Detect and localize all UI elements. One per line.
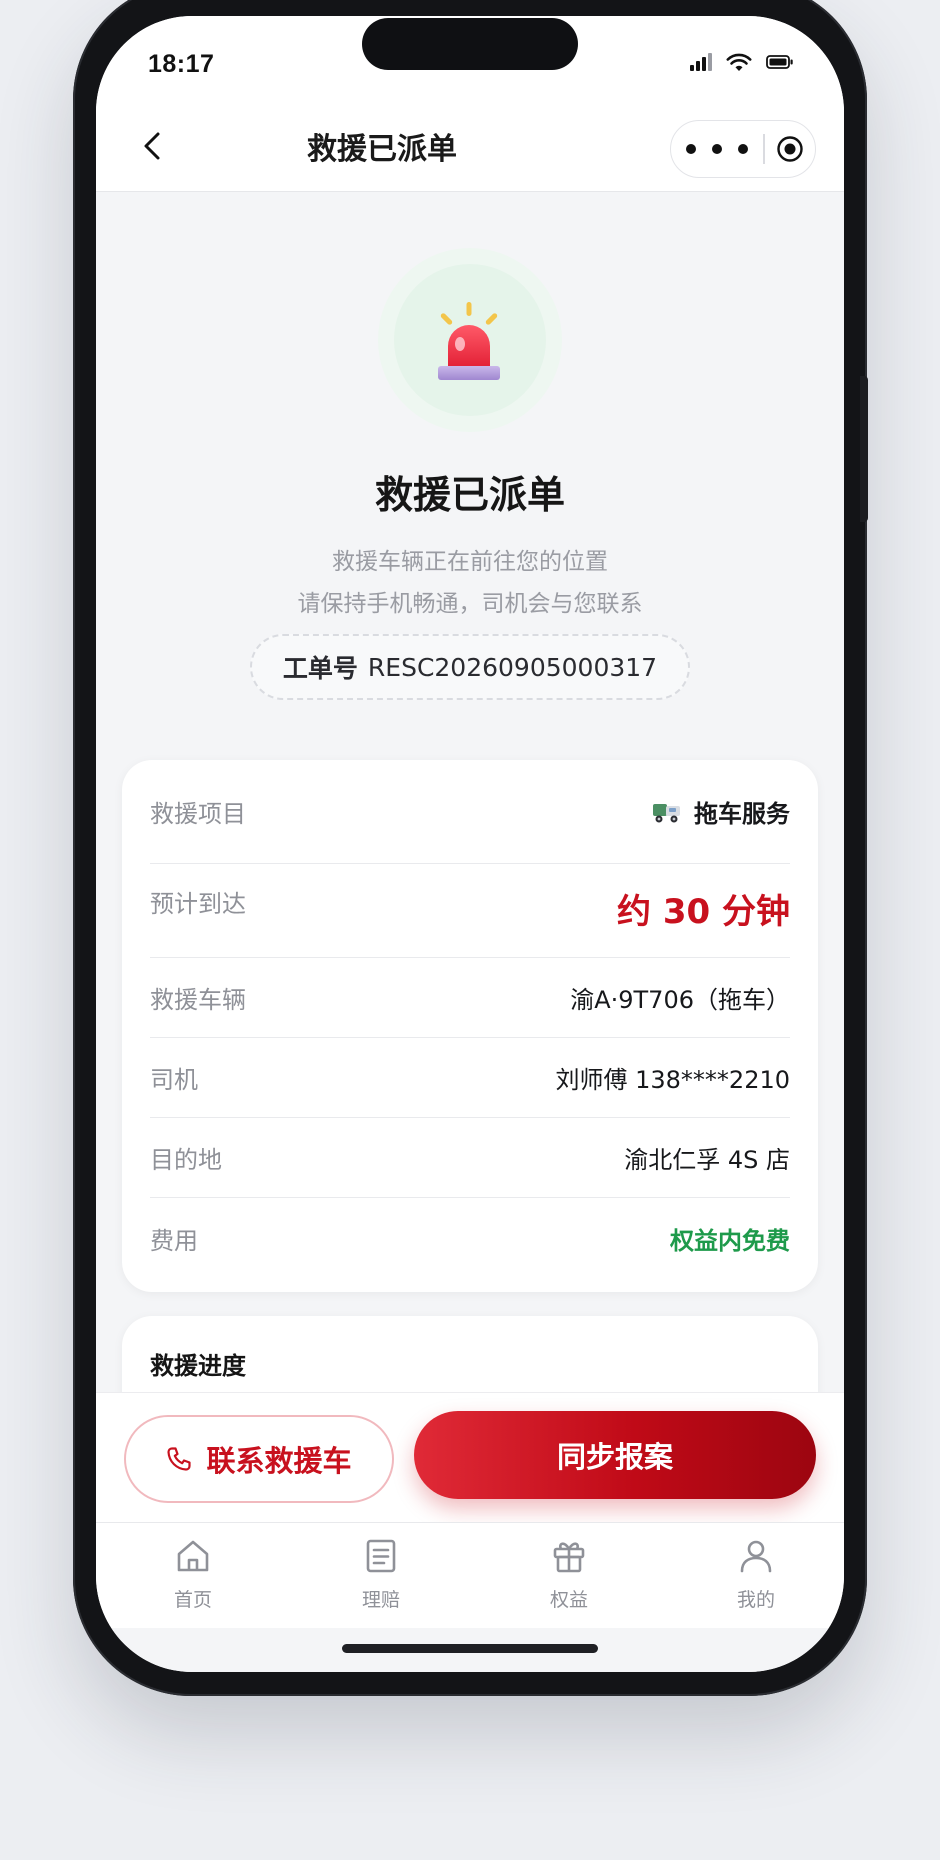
- info-label: 救援车辆: [150, 986, 246, 1014]
- info-label: 救援项目: [150, 800, 246, 828]
- tab-bar: 首页 理赔 权益 我的: [96, 1522, 844, 1628]
- document-icon: [366, 1539, 396, 1573]
- screen: 18:17 救援已派单 救援已派单 救援车辆正在前往您的位置 请保持手机畅通，司…: [96, 16, 844, 1672]
- info-value-fee: 权益内免费: [670, 1226, 790, 1255]
- battery-icon: [766, 55, 793, 69]
- info-label: 预计到达: [150, 890, 246, 918]
- rescue-info-card: 救援项目 拖车服务 预计到达 约 30 分钟 救援车辆 渝A·9T706（拖车）…: [122, 760, 818, 1292]
- order-number-chip[interactable]: 工单号 RESC20260905000317: [250, 634, 690, 700]
- dynamic-island: [362, 18, 578, 70]
- wifi-icon: [726, 53, 752, 71]
- action-bar: 联系救援车 同步报案: [96, 1392, 844, 1522]
- user-icon: [740, 1540, 772, 1573]
- phone-icon: [167, 1447, 192, 1471]
- more-button[interactable]: [671, 121, 763, 177]
- hero-subtitle-line2: 请保持手机畅通，司机会与您联系: [297, 591, 643, 617]
- info-value-destination: 渝北仁孚 4S 店: [624, 1146, 790, 1174]
- tab-home[interactable]: 首页: [133, 1537, 253, 1612]
- contact-rescue-button[interactable]: 联系救援车: [124, 1415, 394, 1503]
- info-value: 拖车服务: [694, 800, 790, 828]
- info-row-vehicle: 救援车辆 渝A·9T706（拖车）: [150, 958, 790, 1038]
- progress-title: 救援进度: [150, 1352, 246, 1380]
- sync-report-button[interactable]: 同步报案: [414, 1411, 816, 1499]
- more-dot-icon: [712, 144, 722, 154]
- tab-label: 我的: [736, 1589, 775, 1611]
- home-indicator[interactable]: [342, 1644, 598, 1653]
- hero-subtitle-line1: 救援车辆正在前往您的位置: [332, 549, 608, 575]
- gift-icon: [553, 1542, 585, 1573]
- info-value-driver[interactable]: 刘师傅 138****2210: [555, 1060, 790, 1095]
- order-number-value: RESC20260905000317: [367, 652, 658, 682]
- tab-mine[interactable]: 我的: [696, 1537, 816, 1612]
- info-row-driver: 司机 刘师傅 138****2210: [150, 1038, 790, 1118]
- status-icons: [690, 52, 794, 72]
- info-label: 司机: [150, 1066, 198, 1094]
- signal-icon: [690, 53, 712, 71]
- order-number-label: 工单号: [282, 654, 358, 683]
- more-dot-icon: [738, 144, 748, 154]
- info-row-eta: 预计到达 约 30 分钟: [150, 864, 790, 958]
- phone-side-button: [860, 376, 868, 522]
- info-value-service: 拖车服务: [652, 794, 790, 829]
- info-value-eta: 约 30 分钟: [617, 892, 790, 932]
- info-row-destination: 目的地 渝北仁孚 4S 店: [150, 1118, 790, 1198]
- info-row-service: 救援项目 拖车服务: [150, 760, 790, 864]
- info-row-fee: 费用 权益内免费: [150, 1198, 790, 1278]
- page-title: 救援已派单: [307, 132, 457, 167]
- tab-benefits[interactable]: 权益: [509, 1537, 629, 1612]
- tow-truck-icon: [653, 803, 680, 822]
- status-time: 18:17: [148, 50, 215, 78]
- close-mini-program-button[interactable]: [765, 135, 816, 163]
- more-dot-icon: [686, 144, 696, 154]
- siren-icon: [438, 302, 500, 380]
- tab-label: 权益: [549, 1589, 588, 1611]
- info-label: 费用: [150, 1226, 198, 1255]
- info-label: 目的地: [150, 1146, 222, 1174]
- tab-label: 理赔: [361, 1589, 400, 1611]
- mini-program-capsule: [670, 120, 816, 178]
- tab-claims[interactable]: 理赔: [321, 1537, 441, 1612]
- contact-rescue-label: 联系救援车: [206, 1444, 352, 1478]
- hero-title: 救援已派单: [374, 473, 565, 517]
- tab-label: 首页: [173, 1589, 212, 1611]
- target-icon: [777, 136, 803, 162]
- home-icon: [177, 1540, 209, 1572]
- info-value-vehicle: 渝A·9T706（拖车）: [570, 986, 790, 1014]
